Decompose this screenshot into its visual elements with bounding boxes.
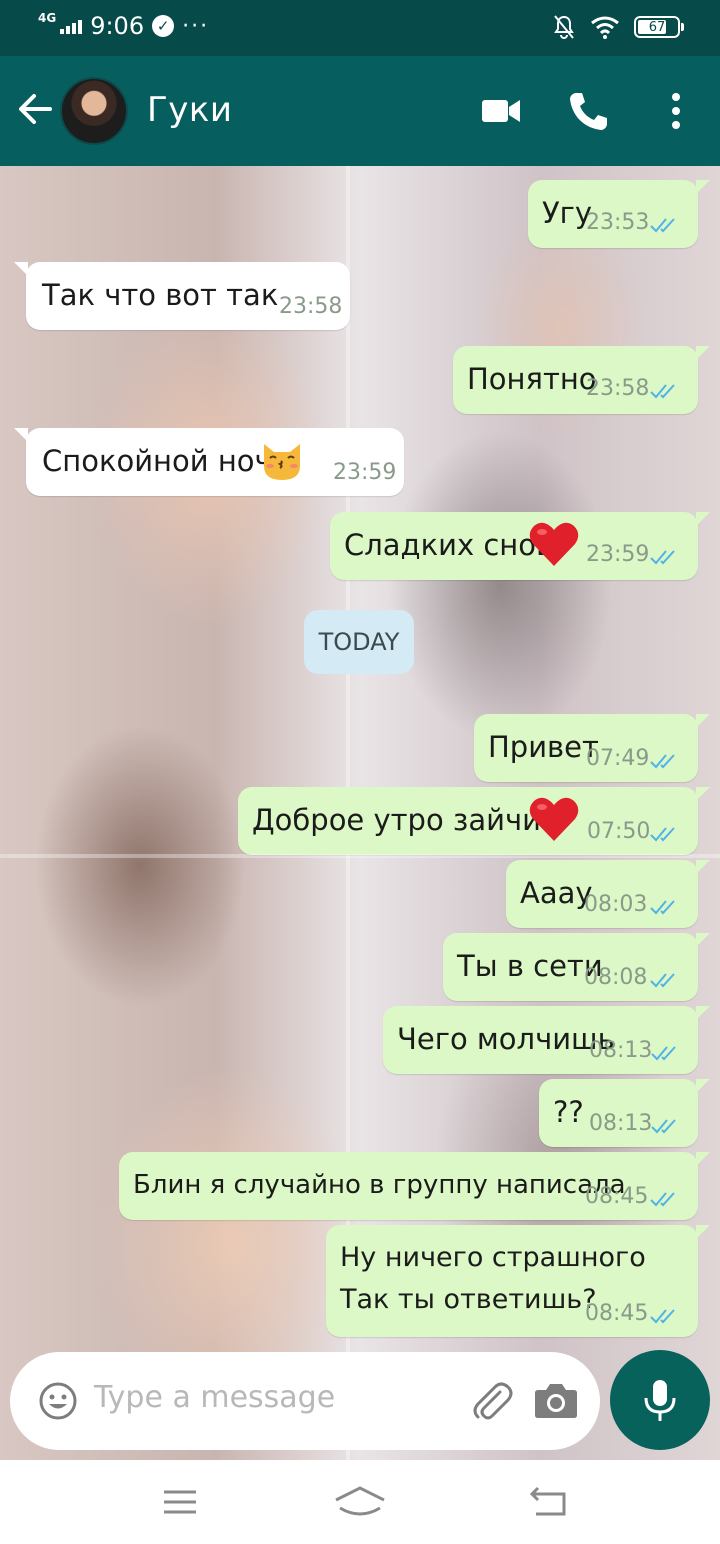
- read-ticks-icon: [650, 1192, 675, 1207]
- message-text: Угу: [542, 196, 593, 230]
- message-time: 08:45: [585, 1301, 649, 1326]
- phone-icon[interactable]: [567, 90, 609, 132]
- message-input[interactable]: Type a message: [94, 1380, 335, 1415]
- message-time: 08:45: [585, 1184, 649, 1209]
- message-outgoing[interactable]: ?? 08:13: [539, 1079, 710, 1147]
- message-time: 07:49: [586, 746, 650, 771]
- contact-name[interactable]: Гуки: [147, 90, 233, 130]
- message-text: Спокойной ночи: [42, 444, 291, 478]
- status-bar: 4G 9:06 ✓ ··· 67: [0, 0, 720, 56]
- message-outgoing[interactable]: Привет 07:49: [474, 714, 710, 782]
- check-circle-icon: ✓: [152, 15, 175, 37]
- message-text: Сладких снов: [344, 528, 554, 562]
- network-type: 4G: [38, 11, 57, 25]
- read-ticks-icon: [651, 1046, 676, 1061]
- message-text: Чего молчишь: [397, 1022, 615, 1056]
- message-time: 08:13: [589, 1038, 653, 1063]
- message-text: ??: [553, 1095, 584, 1129]
- red-heart-emoji-icon: [529, 522, 579, 566]
- voice-record-button[interactable]: [610, 1350, 710, 1450]
- read-ticks-icon: [650, 973, 675, 988]
- read-ticks-icon: [650, 827, 675, 842]
- message-outgoing[interactable]: Блин я случайно в группу написала 08:45: [119, 1152, 710, 1220]
- back-arrow-icon[interactable]: [16, 90, 54, 128]
- red-heart-emoji-icon: [529, 797, 579, 841]
- read-ticks-icon: [651, 1119, 676, 1134]
- message-text: Аааy: [520, 876, 593, 910]
- menu-icon[interactable]: [150, 1482, 210, 1522]
- message-composer[interactable]: Type a message: [10, 1352, 600, 1450]
- contact-avatar[interactable]: [60, 77, 128, 145]
- date-separator: TODAY: [304, 610, 414, 674]
- message-time: 08:13: [589, 1111, 653, 1136]
- read-ticks-icon: [650, 900, 675, 915]
- home-icon[interactable]: [330, 1482, 390, 1522]
- chat-header: Гуки: [0, 56, 720, 166]
- chat-area[interactable]: Угу 23:53 Так что вот так 23:58 Понятно …: [0, 166, 720, 1460]
- read-ticks-icon: [650, 754, 675, 769]
- video-call-icon[interactable]: [480, 90, 522, 132]
- more-notifications-icon: ···: [182, 13, 210, 39]
- signal-icon: [60, 18, 83, 34]
- system-nav-bar: [0, 1460, 720, 1544]
- back-icon[interactable]: [518, 1482, 578, 1522]
- status-right: 67: [552, 14, 684, 40]
- wifi-icon: [591, 16, 619, 39]
- more-vert-icon[interactable]: [655, 90, 697, 132]
- camera-icon[interactable]: [534, 1380, 578, 1420]
- message-outgoing[interactable]: Угу 23:53: [528, 180, 710, 248]
- message-time: 08:03: [584, 892, 648, 917]
- message-incoming[interactable]: Спокойной ночи 23:59: [14, 428, 404, 496]
- attach-icon[interactable]: [468, 1378, 514, 1424]
- message-time: 08:08: [584, 965, 648, 990]
- message-outgoing[interactable]: Аааy 08:03: [506, 860, 710, 928]
- message-text: Понятно: [467, 362, 597, 396]
- battery-icon: 67: [634, 16, 684, 38]
- message-text: Доброе утро зайчик: [252, 803, 559, 837]
- message-outgoing[interactable]: Ты в сети 08:08: [443, 933, 710, 1001]
- clock: 9:06: [90, 12, 145, 40]
- emoji-icon[interactable]: [38, 1381, 78, 1421]
- read-ticks-icon: [650, 384, 675, 399]
- message-time: 23:59: [586, 542, 650, 567]
- message-time: 23:58: [279, 294, 343, 319]
- message-time: 23:58: [586, 376, 650, 401]
- battery-level: 67: [648, 19, 666, 35]
- message-time: 23:59: [333, 460, 397, 485]
- message-time: 23:53: [586, 210, 650, 235]
- message-incoming[interactable]: Так что вот так 23:58: [14, 262, 350, 330]
- read-ticks-icon: [650, 1309, 675, 1324]
- message-outgoing[interactable]: Ну ничего страшного Так ты ответишь? 08:…: [326, 1225, 710, 1337]
- message-outgoing[interactable]: Доброе утро зайчик 07:50: [238, 787, 710, 855]
- read-ticks-icon: [650, 218, 675, 233]
- message-outgoing[interactable]: Чего молчишь 08:13: [383, 1006, 710, 1074]
- message-time: 07:50: [587, 819, 651, 844]
- message-outgoing[interactable]: Понятно 23:58: [453, 346, 710, 414]
- message-text: Блин я случайно в группу написала: [133, 1170, 626, 1200]
- bell-off-icon: [554, 15, 574, 40]
- kissing-cat-emoji-icon: [264, 444, 300, 480]
- message-text: Привет: [488, 730, 599, 764]
- status-left: 4G 9:06 ✓ ···: [38, 11, 210, 40]
- mic-icon: [644, 1380, 676, 1421]
- message-text: Так что вот так: [42, 278, 279, 312]
- message-outgoing[interactable]: Сладких снов 23:59: [330, 512, 710, 580]
- read-ticks-icon: [650, 550, 675, 565]
- message-text: Ты в сети: [457, 949, 603, 983]
